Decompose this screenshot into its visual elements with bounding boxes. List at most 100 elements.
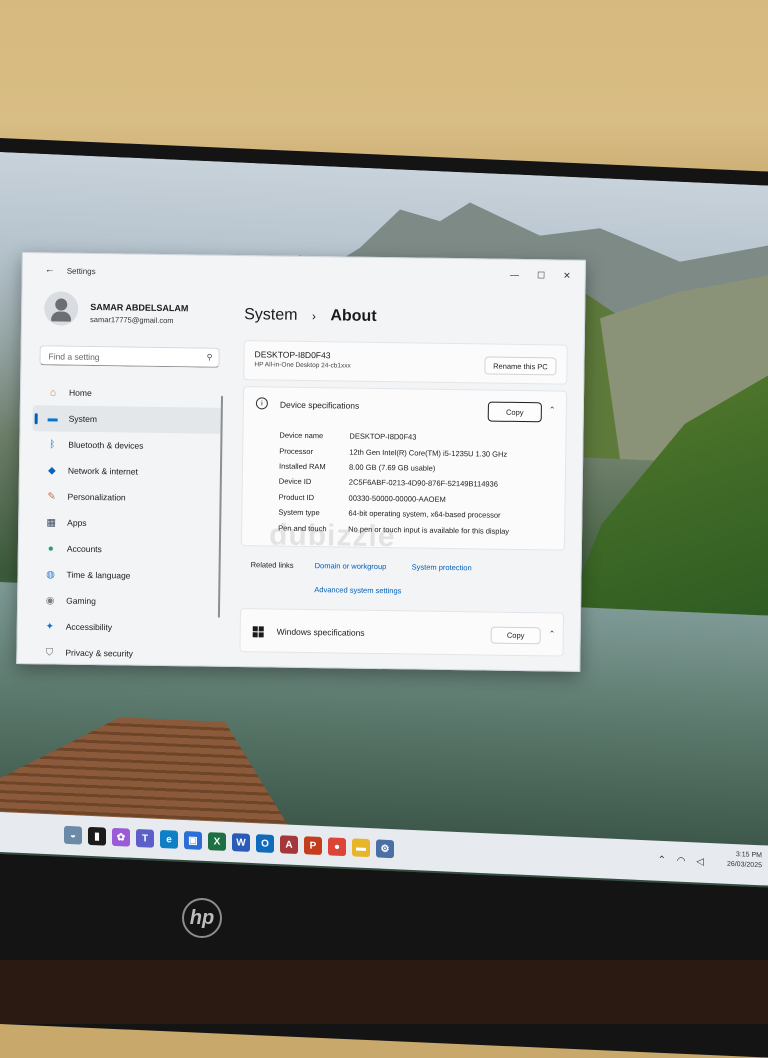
home-icon: ⌂ bbox=[49, 386, 57, 398]
sidebar-nav: ⌂ Home ▬ System ᛒ Bluetooth & devices ◆ Network… bbox=[29, 379, 223, 668]
sidebar-item-label: System bbox=[68, 413, 98, 425]
shield-icon: ⛉ bbox=[45, 646, 54, 658]
copy-device-specs-button[interactable]: Copy bbox=[487, 401, 542, 423]
spec-value: DESKTOP-I8D0F43 bbox=[349, 431, 417, 442]
gamepad-icon: ◉ bbox=[45, 594, 55, 606]
breadcrumb-parent[interactable]: System bbox=[244, 306, 298, 324]
sidebar-item-time-language[interactable]: ◍ Time & language bbox=[30, 561, 220, 590]
spec-label: Processor bbox=[279, 446, 314, 456]
sidebar-item-label: Gaming bbox=[66, 595, 96, 607]
sidebar-item-label: Apps bbox=[67, 517, 87, 528]
system-tray-icons[interactable]: ⌃ ◠ ◁ bbox=[658, 855, 708, 868]
pc-model: HP All-in-One Desktop 24-cb1xxx bbox=[254, 361, 351, 370]
spec-value: 64-bit operating system, x64-based proce… bbox=[348, 508, 501, 520]
widgets-icon[interactable]: ◒ bbox=[64, 825, 82, 845]
sidebar-item-label: Bluetooth & devices bbox=[68, 439, 144, 451]
spec-label: Installed RAM bbox=[278, 461, 326, 472]
sidebar-item-gaming[interactable]: ◉ Gaming bbox=[30, 587, 220, 616]
word-icon[interactable]: W bbox=[232, 833, 250, 852]
windows-specs-title: Windows specifications bbox=[276, 626, 365, 638]
spec-label: Device name bbox=[279, 430, 324, 441]
system-protection-link[interactable]: System protection bbox=[412, 562, 472, 572]
windows-specs-card: Windows specifications Copy ⌃ bbox=[239, 608, 565, 657]
hp-logo: hp bbox=[182, 898, 222, 938]
sidebar-item-accessibility[interactable]: ✦ Accessibility bbox=[30, 613, 220, 642]
close-icon[interactable]: ✕ bbox=[563, 271, 571, 282]
sidebar-item-home[interactable]: ⌂ Home bbox=[33, 379, 223, 408]
spec-value: 00330-50000-00000-AAOEM bbox=[348, 493, 446, 504]
edge-icon[interactable]: e bbox=[160, 829, 178, 849]
file-explorer-icon[interactable]: ▬ bbox=[352, 838, 370, 858]
wifi-icon: ◆ bbox=[48, 464, 56, 476]
user-name: SAMAR ABDELSALAM bbox=[90, 301, 189, 314]
person-icon: ● bbox=[47, 542, 54, 554]
sidebar-item-bluetooth-devices[interactable]: ᛒ Bluetooth & devices bbox=[32, 431, 222, 460]
store-icon[interactable]: ▣ bbox=[184, 831, 202, 850]
task-view-icon[interactable]: ▮ bbox=[88, 826, 106, 846]
powerpoint-icon[interactable]: P bbox=[304, 836, 322, 856]
app-title: Settings bbox=[66, 266, 96, 277]
settings-gear-icon[interactable]: ⚙ bbox=[376, 839, 394, 859]
sidebar-item-label: Accessibility bbox=[65, 621, 113, 633]
back-arrow-icon[interactable]: ← bbox=[45, 264, 55, 275]
sidebar-item-label: Home bbox=[68, 387, 92, 398]
chevron-up-icon[interactable]: ⌃ bbox=[549, 405, 556, 414]
user-email: samar17775@gmail.com bbox=[90, 314, 174, 326]
bluetooth-icon: ᛒ bbox=[49, 438, 56, 450]
watermark-logo: dubizzle bbox=[268, 518, 396, 554]
sidebar-item-label: Time & language bbox=[66, 569, 131, 581]
device-specs-title: Device specifications bbox=[279, 399, 360, 411]
info-icon: i bbox=[255, 397, 268, 410]
title-bar: ← Settings — ☐ ✕ bbox=[23, 253, 585, 291]
search-box[interactable]: ⚲ bbox=[39, 345, 220, 369]
sidebar-item-privacy-security[interactable]: ⛉ Privacy & security bbox=[29, 639, 219, 668]
sidebar-item-label: Accounts bbox=[66, 543, 102, 555]
sidebar-item-label: Privacy & security bbox=[65, 647, 134, 659]
chevron-up-icon[interactable]: ⌃ bbox=[549, 629, 556, 638]
sidebar-item-personalization[interactable]: ✎ Personalization bbox=[31, 483, 221, 512]
copilot-icon[interactable]: ✿ bbox=[112, 827, 130, 847]
minimize-icon[interactable]: — bbox=[510, 270, 519, 281]
sidebar-item-apps[interactable]: ▦ Apps bbox=[31, 509, 221, 538]
breadcrumb-current: About bbox=[330, 307, 377, 325]
rename-pc-button[interactable]: Rename this PC bbox=[484, 356, 557, 376]
spec-label: System type bbox=[278, 507, 320, 518]
brush-icon: ✎ bbox=[47, 490, 56, 502]
avatar bbox=[43, 291, 79, 326]
chrome-icon[interactable]: ● bbox=[328, 837, 346, 857]
monitor-icon: ▬ bbox=[47, 412, 58, 425]
outlook-icon[interactable]: O bbox=[256, 834, 274, 853]
spec-value: 8.00 GB (7.69 GB usable) bbox=[348, 462, 436, 473]
window-controls: — ☐ ✕ bbox=[510, 270, 571, 282]
excel-icon[interactable]: X bbox=[208, 832, 226, 851]
clock[interactable]: 3:15 PM 26/03/2025 bbox=[727, 850, 762, 872]
teams-icon[interactable]: T bbox=[136, 828, 154, 848]
domain-workgroup-link[interactable]: Domain or workgroup bbox=[315, 561, 387, 571]
spec-label: Device ID bbox=[278, 476, 312, 487]
search-icon[interactable]: ⚲ bbox=[207, 353, 213, 362]
spec-value: 2C5F6ABF-0213-4D90-876F-52149B114936 bbox=[348, 477, 498, 490]
related-links-label: Related links bbox=[250, 560, 294, 570]
windows-logo-icon bbox=[252, 626, 264, 638]
breadcrumb-separator: › bbox=[311, 309, 317, 324]
apps-icon: ▦ bbox=[46, 516, 57, 528]
sidebar-item-label: Network & internet bbox=[67, 465, 138, 477]
desk-surface bbox=[0, 960, 768, 1024]
sidebar-item-accounts[interactable]: ● Accounts bbox=[31, 535, 221, 564]
sidebar-item-network-internet[interactable]: ◆ Network & internet bbox=[32, 457, 222, 486]
sidebar-item-system[interactable]: ▬ System bbox=[32, 405, 223, 434]
spec-value: 12th Gen Intel(R) Core(TM) i5-1235U 1.30… bbox=[349, 447, 508, 459]
device-name-card: DESKTOP-I8D0F43 HP All-in-One Desktop 24… bbox=[243, 340, 568, 385]
maximize-icon[interactable]: ☐ bbox=[537, 270, 545, 281]
clock-date: 26/03/2025 bbox=[726, 860, 762, 870]
accessibility-icon: ✦ bbox=[45, 620, 55, 632]
search-input[interactable] bbox=[40, 346, 201, 369]
copy-windows-specs-button[interactable]: Copy bbox=[490, 626, 541, 645]
spec-label: Product ID bbox=[278, 492, 315, 502]
globe-icon: ◍ bbox=[46, 568, 55, 580]
advanced-system-settings-link[interactable]: Advanced system settings bbox=[314, 585, 401, 595]
access-icon[interactable]: A bbox=[280, 835, 298, 855]
settings-window: ← Settings — ☐ ✕ SAMAR ABDELSALAM samar1… bbox=[16, 252, 586, 672]
page-title: System › About bbox=[244, 306, 377, 326]
sidebar-item-label: Personalization bbox=[67, 491, 126, 503]
